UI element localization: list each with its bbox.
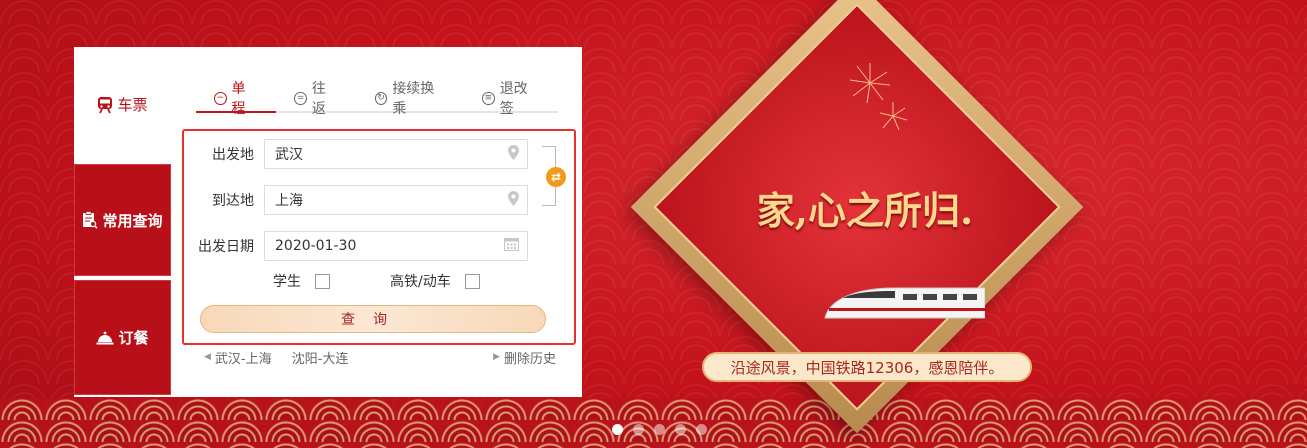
side-tab-common-query[interactable]: 常用查询 — [74, 164, 171, 276]
carousel-dot[interactable] — [654, 424, 665, 435]
tab-transfer[interactable]: ↻ 接续换乘 — [357, 81, 464, 117]
student-label: 学生 — [273, 274, 301, 290]
caret-left-icon[interactable]: ◀ — [204, 352, 211, 362]
clipboard-search-icon — [83, 211, 99, 229]
banner-headline: 家,心之所归. — [756, 188, 974, 233]
tab-label: 接续换乘 — [392, 81, 435, 117]
location-pin-icon — [508, 144, 519, 164]
from-row: 出发地 武汉 — [184, 139, 528, 169]
to-label: 到达地 — [212, 193, 254, 209]
tab-label: 往返 — [311, 81, 326, 117]
trip-type-tabs: − 单程 = 往返 ↻ 接续换乘 ≡ 退改签 — [196, 81, 558, 117]
departure-date-input[interactable]: 2020-01-30 — [264, 231, 528, 261]
student-checkbox-box[interactable] — [315, 273, 330, 289]
tab-one-way[interactable]: − 单程 — [196, 81, 277, 117]
tab-label: 退改签 — [499, 81, 528, 117]
side-tabs: 车票 常用查询 订餐 — [74, 47, 171, 397]
search-history: ◀ 武汉-上海 沈阳-大连 ▶ 删除历史 — [204, 347, 556, 367]
banner-slogan: 沿途风景，中国铁路12306，感恩陪伴。 — [702, 352, 1032, 382]
side-tab-label: 车票 — [117, 96, 148, 114]
student-checkbox[interactable]: 学生 — [273, 271, 330, 291]
carousel-dot[interactable] — [675, 424, 686, 435]
highspeed-label: 高铁/动车 — [390, 274, 451, 290]
swap-stations-button[interactable]: ⇄ — [546, 167, 566, 187]
carousel-dot[interactable] — [612, 424, 623, 435]
departure-date-value: 2020-01-30 — [275, 238, 357, 254]
carousel-dot[interactable] — [633, 424, 644, 435]
highspeed-checkbox[interactable]: 高铁/动车 — [390, 271, 480, 291]
high-speed-train-icon — [824, 287, 985, 319]
fireworks-icon — [849, 63, 908, 131]
query-button-label: 查询 — [341, 312, 405, 328]
tab-round-trip[interactable]: = 往返 — [276, 81, 356, 117]
search-form: 出发地 武汉 到达地 上海 ⇄ 出发日期 2020-01-30 学生 高铁/动车… — [182, 129, 576, 345]
clear-history-button[interactable]: ▶ 删除历史 — [493, 348, 556, 367]
query-button[interactable]: 查询 — [200, 305, 546, 333]
minus-circle-icon: − — [214, 91, 227, 105]
location-pin-icon — [508, 190, 519, 210]
side-tab-ticket[interactable]: 车票 — [74, 47, 171, 162]
date-label: 出发日期 — [198, 239, 254, 255]
to-row: 到达地 上海 — [184, 185, 528, 215]
history-item[interactable]: 沈阳-大连 — [292, 348, 349, 367]
to-station-input[interactable]: 上海 — [264, 185, 528, 215]
side-tab-label: 常用查询 — [102, 211, 163, 230]
list-circle-icon: ≡ — [482, 91, 495, 105]
train-icon — [98, 96, 113, 113]
side-tab-label: 订餐 — [118, 329, 149, 347]
from-label: 出发地 — [212, 147, 254, 163]
clear-history-label: 删除历史 — [503, 351, 556, 367]
date-row: 出发日期 2020-01-30 — [184, 231, 528, 261]
to-station-value: 上海 — [275, 193, 303, 209]
transfer-circle-icon: ↻ — [374, 91, 388, 105]
from-station-input[interactable]: 武汉 — [264, 139, 528, 169]
history-item[interactable]: 武汉-上海 — [215, 348, 272, 367]
equals-circle-icon: = — [294, 91, 307, 105]
carousel-dot[interactable] — [696, 424, 707, 435]
caret-right-icon: ▶ — [493, 352, 500, 362]
promo-banner[interactable]: 家,心之所归. 沿途风景，中国铁路12306，感恩陪伴。 — [630, 0, 1100, 448]
calendar-icon — [504, 237, 519, 255]
from-station-value: 武汉 — [275, 147, 303, 163]
side-tab-meal[interactable]: 订餐 — [74, 280, 171, 395]
highspeed-checkbox-box[interactable] — [464, 273, 480, 289]
booking-panel: 车票 常用查询 订餐 − 单程 = 往返 ↻ 接续换乘 ≡ 退改签 出发地 武汉… — [74, 47, 582, 397]
cloche-icon — [96, 331, 114, 344]
tab-refund-change[interactable]: ≡ 退改签 — [464, 81, 558, 117]
tab-label: 单程 — [231, 81, 246, 117]
carousel-indicators — [612, 424, 707, 435]
